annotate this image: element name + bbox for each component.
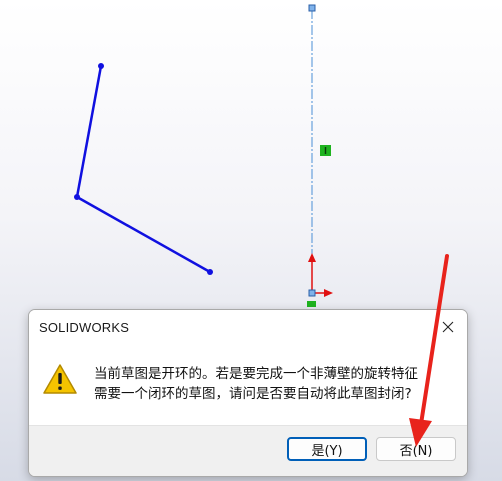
sketch-line-upper[interactable] bbox=[75, 65, 103, 198]
dialog-message-line: 需要一个闭环的草图，请问是否要自动将此草图封闭? bbox=[94, 386, 412, 402]
dialog-title: SOLIDWORKS bbox=[39, 320, 130, 335]
sketch-point-corner[interactable] bbox=[74, 194, 80, 200]
yes-button[interactable]: 是(Y) bbox=[287, 437, 367, 461]
dialog-message: 当前草图是开环的。若是要完成一个非薄壁的旋转特征 需要一个闭环的草图，请问是否要… bbox=[94, 364, 464, 404]
dialog-titlebar[interactable]: SOLIDWORKS bbox=[29, 310, 467, 346]
dialog-message-line: 当前草图是开环的。若是要完成一个非薄壁的旋转特征 bbox=[94, 366, 418, 382]
solidworks-dialog: SOLIDWORKS 当前草图是开环的。若是要完成一个非薄壁的旋转特征 需要一个… bbox=[28, 309, 468, 477]
no-button[interactable]: 否(N) bbox=[376, 437, 456, 461]
sketch-point-top[interactable] bbox=[98, 63, 104, 69]
sketch-point-end[interactable] bbox=[207, 269, 213, 275]
centerline-endpoint[interactable] bbox=[308, 4, 316, 12]
warning-icon bbox=[43, 364, 77, 394]
sketch-line-lower[interactable] bbox=[76, 195, 211, 274]
vertical-relation-marker[interactable] bbox=[320, 145, 331, 156]
dialog-button-bar: 是(Y) 否(N) bbox=[29, 425, 467, 476]
dialog-message-area: 当前草图是开环的。若是要完成一个非薄壁的旋转特征 需要一个闭环的草图，请问是否要… bbox=[29, 346, 467, 425]
close-button[interactable] bbox=[437, 316, 459, 338]
close-icon bbox=[442, 321, 454, 333]
origin-icon[interactable] bbox=[307, 253, 333, 307]
